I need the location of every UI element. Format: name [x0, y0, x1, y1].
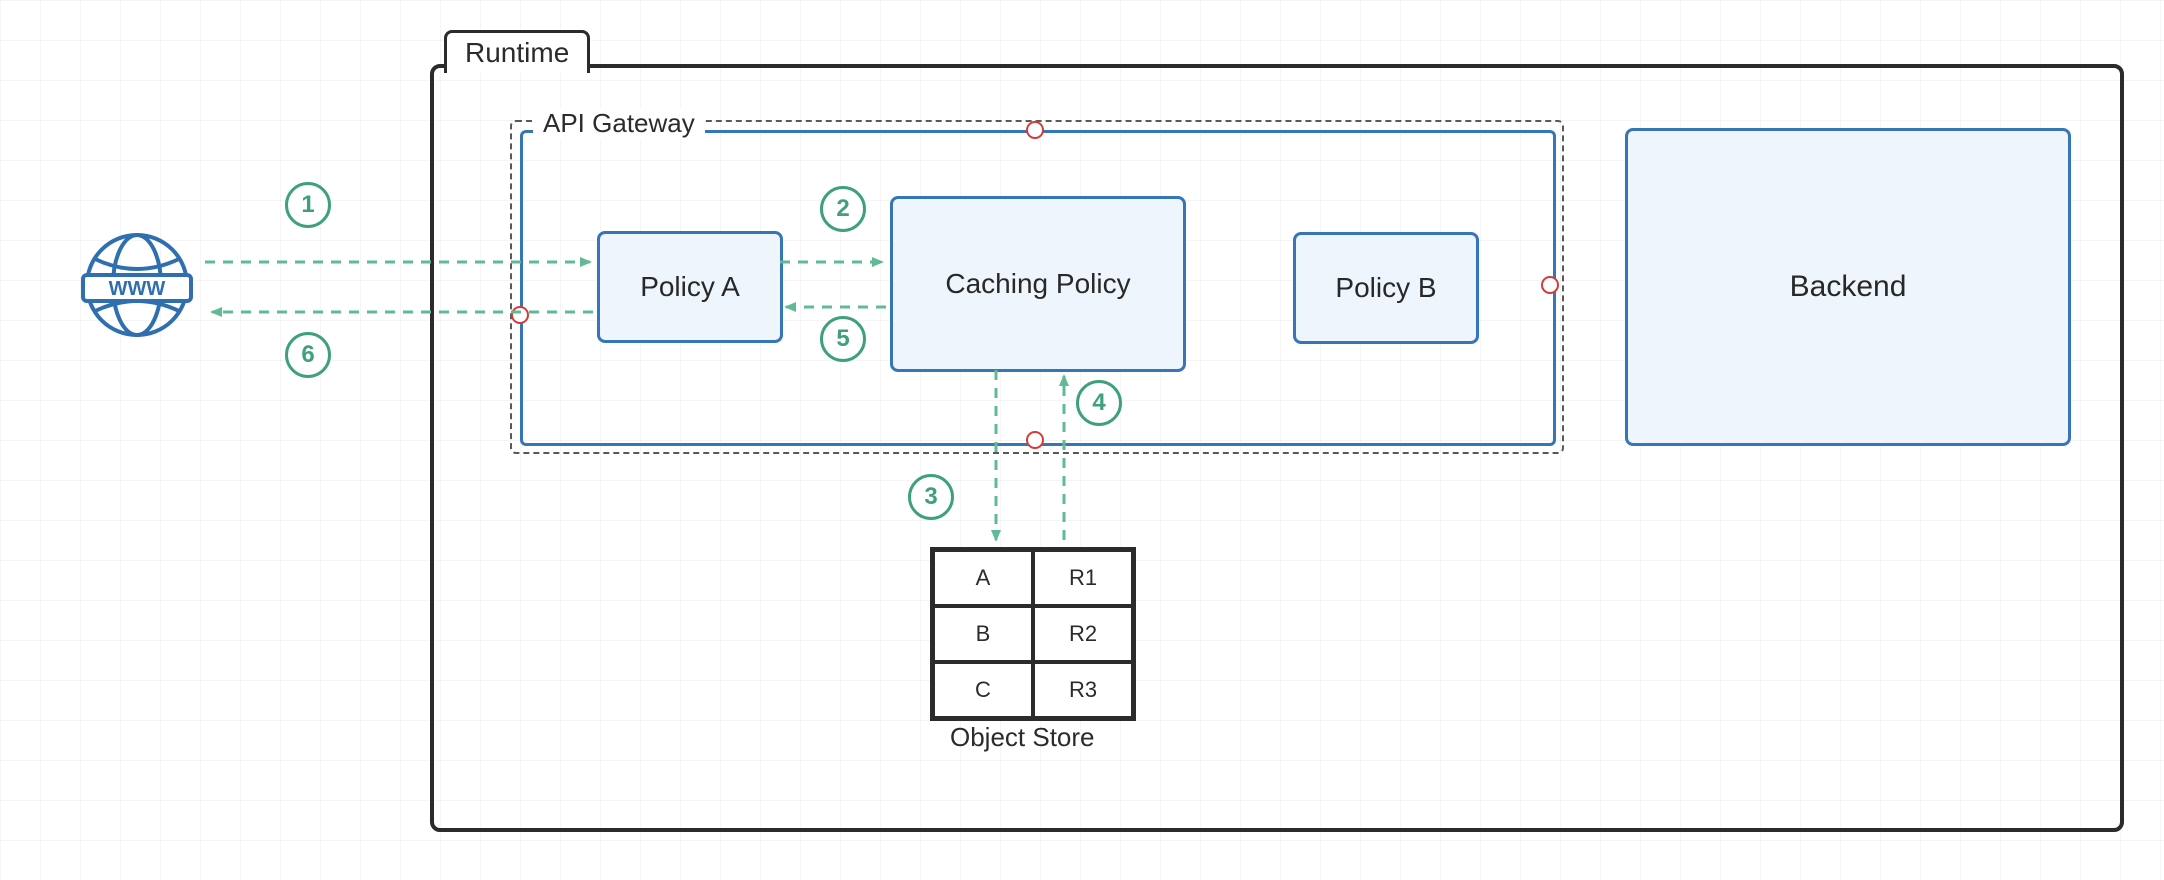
step-badge-3: 3 — [908, 474, 954, 520]
svg-text:WWW: WWW — [109, 278, 166, 300]
step-badge-4: 4 — [1076, 380, 1122, 426]
api-gateway-label-text: API Gateway — [543, 108, 695, 138]
policy-a-node: Policy A — [597, 231, 783, 343]
policy-b-label: Policy B — [1335, 272, 1436, 304]
gateway-port-bottom — [1026, 431, 1044, 449]
gateway-port-top — [1026, 121, 1044, 139]
diagram-stage: Runtime API Gateway Policy A Caching Pol… — [0, 0, 2164, 880]
step-badge-5: 5 — [820, 316, 866, 362]
object-store-cell-val: R1 — [1033, 550, 1133, 606]
caching-policy-node: Caching Policy — [890, 196, 1186, 372]
api-gateway-label: API Gateway — [533, 108, 705, 139]
runtime-label: Runtime — [444, 30, 590, 73]
step-badge-6: 6 — [285, 332, 331, 378]
policy-a-label: Policy A — [640, 271, 740, 303]
backend-label: Backend — [1790, 270, 1907, 304]
caching-policy-label: Caching Policy — [945, 268, 1130, 300]
object-store-cell-val: R2 — [1033, 606, 1133, 662]
www-icon: WWW — [77, 225, 197, 345]
object-store-cell-key: B — [933, 606, 1033, 662]
runtime-label-text: Runtime — [465, 37, 569, 68]
policy-b-node: Policy B — [1293, 232, 1479, 344]
object-store-caption: Object Store — [950, 722, 1095, 753]
object-store-cell-key: C — [933, 662, 1033, 718]
object-store-table: A R1 B R2 C R3 — [930, 547, 1136, 721]
gateway-port-left — [511, 306, 529, 324]
backend-node: Backend — [1625, 128, 2071, 446]
object-store-cell-val: R3 — [1033, 662, 1133, 718]
step-badge-2: 2 — [820, 186, 866, 232]
step-badge-1: 1 — [285, 182, 331, 228]
object-store-cell-key: A — [933, 550, 1033, 606]
gateway-port-right — [1541, 276, 1559, 294]
